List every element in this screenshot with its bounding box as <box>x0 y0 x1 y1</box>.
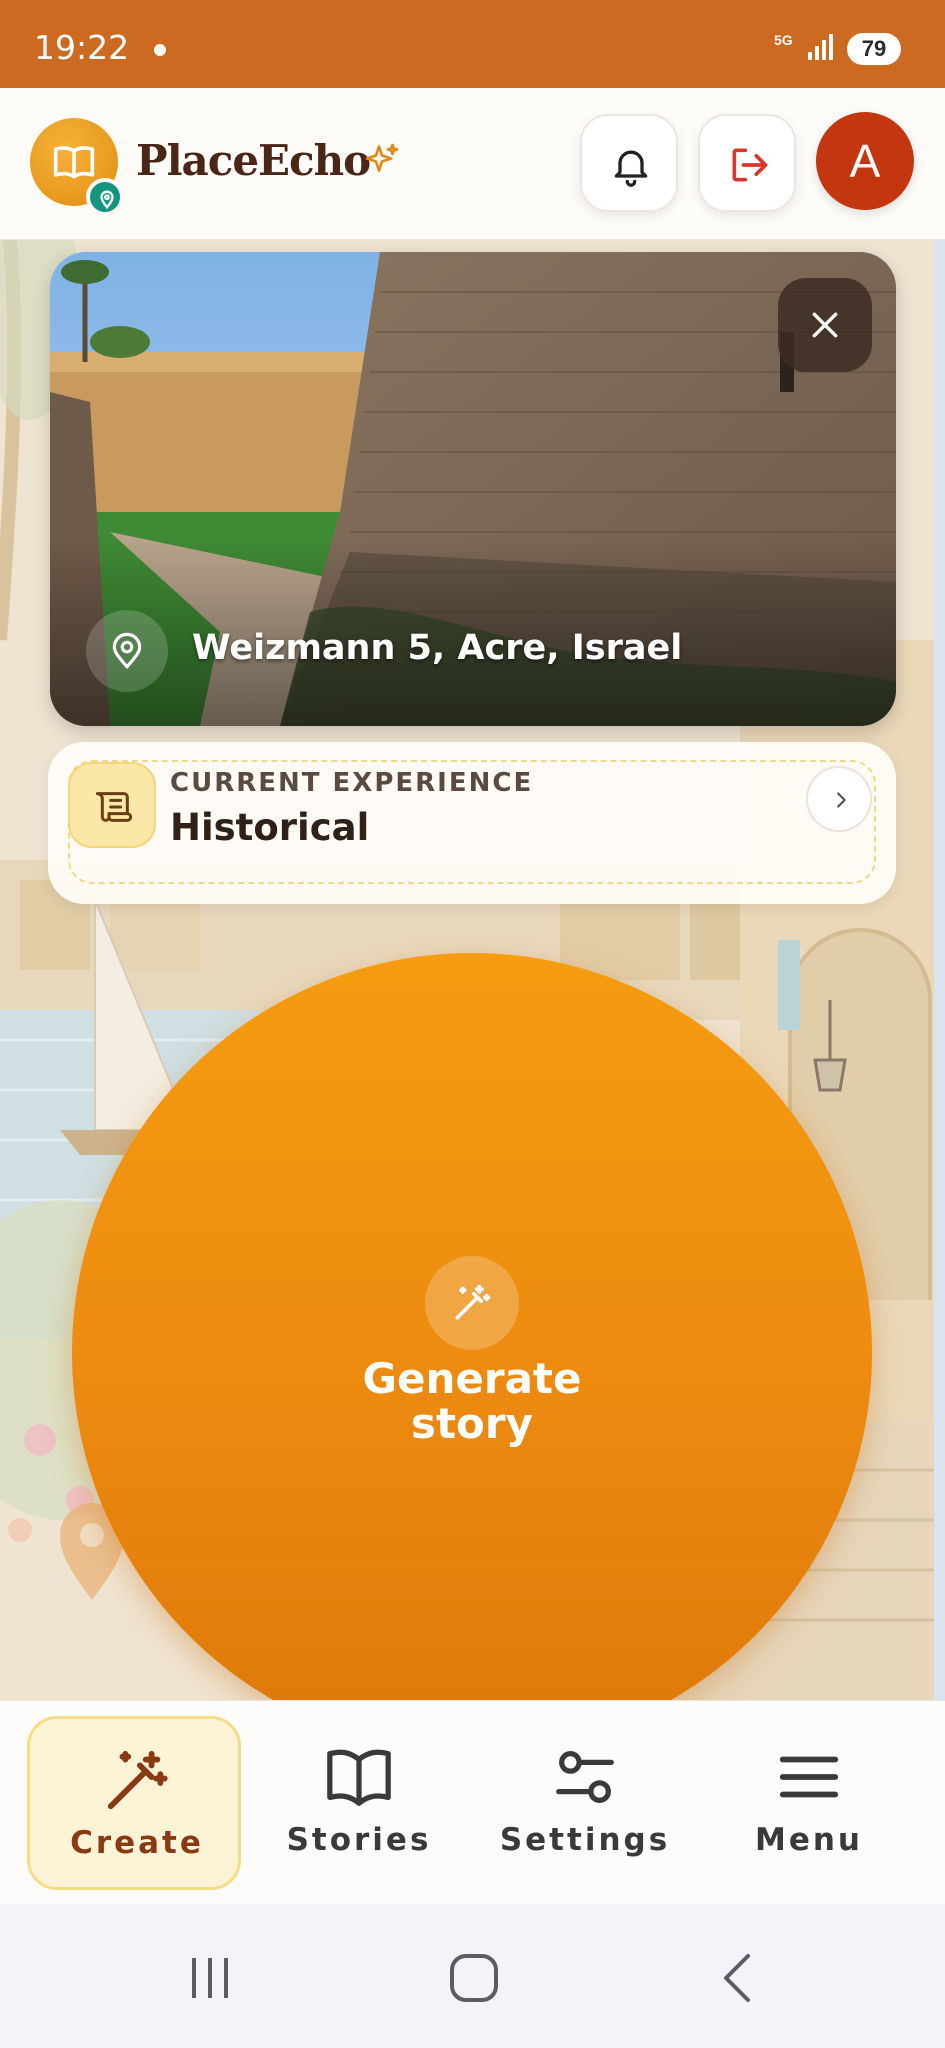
signal-icon <box>808 34 833 60</box>
location-pin-badge <box>86 178 124 216</box>
experience-chevron-button[interactable] <box>806 766 872 832</box>
home-icon[interactable] <box>448 1952 500 2004</box>
hamburger-icon <box>779 1756 839 1798</box>
status-time: 19:22 <box>34 28 130 67</box>
user-avatar[interactable]: A <box>816 112 914 210</box>
book-open-icon <box>53 146 95 179</box>
nav-menu[interactable]: Menu <box>702 1716 916 1890</box>
close-icon <box>812 312 838 338</box>
app-title: PlaceEcho <box>136 136 371 185</box>
nav-create[interactable]: Create <box>27 1716 241 1890</box>
magic-wand-icon <box>455 1284 491 1320</box>
scrollbar[interactable] <box>934 240 945 1700</box>
nav-settings-label: Settings <box>499 1822 671 1858</box>
back-icon[interactable] <box>718 1952 758 2004</box>
nav-settings[interactable]: Settings <box>478 1716 692 1890</box>
book-icon <box>327 1749 391 1806</box>
map-pin-icon <box>112 632 142 669</box>
location-badge <box>86 610 168 692</box>
system-navigation-bar <box>0 1904 945 2048</box>
notifications-button[interactable] <box>580 114 678 212</box>
close-photo-button[interactable] <box>778 278 872 372</box>
nav-stories[interactable]: Stories <box>252 1716 466 1890</box>
sparkle-icon <box>365 143 399 172</box>
generate-icon-badge <box>425 1256 519 1350</box>
nav-menu-label: Menu <box>754 1822 863 1858</box>
sliders-icon <box>556 1751 614 1803</box>
network-type: 5G <box>774 32 793 48</box>
notification-dot-icon <box>154 44 166 56</box>
pin-icon <box>100 190 114 210</box>
app-header: PlaceEcho A <box>0 88 945 240</box>
location-address: Weizmann 5, Acre, Israel <box>192 628 683 668</box>
logout-button[interactable] <box>698 114 796 212</box>
generate-story-label: Generate story <box>362 1354 582 1448</box>
experience-label: CURRENT EXPERIENCE <box>170 768 534 798</box>
experience-type-badge <box>68 762 156 848</box>
nav-stories-label: Stories <box>286 1822 432 1858</box>
logout-icon <box>732 148 768 182</box>
generate-story-button[interactable] <box>72 953 872 1753</box>
recent-apps-icon[interactable] <box>186 1954 234 2002</box>
experience-value: Historical <box>170 806 370 849</box>
nav-create-label: Create <box>70 1825 204 1861</box>
bell-icon <box>614 150 648 187</box>
status-bar: 19:22 5G 79 <box>0 0 945 88</box>
chevron-right-icon <box>837 792 846 808</box>
scroll-icon <box>95 792 133 822</box>
magic-wand-icon <box>107 1750 168 1810</box>
battery-indicator: 79 <box>847 33 901 65</box>
